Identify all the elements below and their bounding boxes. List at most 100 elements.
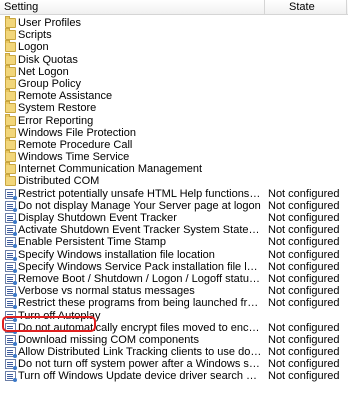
- folder-row[interactable]: Windows File Protection: [0, 125, 348, 139]
- folder-icon: [5, 52, 16, 65]
- policy-setting-icon: [5, 249, 17, 261]
- setting-label: Do not display Manage Your Server page a…: [18, 199, 261, 212]
- setting-state: Not configured: [268, 285, 340, 298]
- setting-state: Not configured: [268, 236, 340, 249]
- setting-label: Do not turn off system power after a Win…: [18, 358, 262, 371]
- folder-label: Windows Time Service: [18, 151, 130, 164]
- setting-state: Not configured: [268, 248, 340, 261]
- list-header: Setting State: [0, 0, 348, 15]
- setting-state: Not configured: [268, 272, 340, 285]
- column-divider[interactable]: [346, 0, 347, 14]
- folder-label: Net Logon: [18, 65, 69, 78]
- folder-icon: [5, 137, 16, 150]
- policy-setting-icon: [5, 298, 17, 310]
- setting-row[interactable]: Do not display Manage Your Server page a…: [0, 200, 348, 212]
- folder-row[interactable]: Net Logon: [0, 64, 348, 78]
- folder-row[interactable]: Logon: [0, 40, 348, 54]
- setting-row[interactable]: Restrict these programs from being launc…: [0, 297, 348, 310]
- policy-setting-icon: [5, 286, 17, 298]
- folder-row[interactable]: Internet Communication Management: [0, 162, 348, 176]
- setting-row[interactable]: Do not turn off system power after a Win…: [0, 358, 348, 371]
- folder-label: Remote Assistance: [18, 90, 113, 103]
- folder-icon: [5, 113, 16, 126]
- setting-state: Not configured: [268, 358, 340, 371]
- folder-label: Logon: [18, 41, 49, 54]
- folder-icon: [5, 162, 16, 175]
- folder-icon: [5, 76, 16, 89]
- folder-label: Remote Procedure Call: [18, 138, 133, 151]
- column-header-setting[interactable]: Setting: [4, 1, 38, 13]
- folder-row[interactable]: Group Policy: [0, 76, 348, 90]
- policy-setting-icon: [5, 225, 17, 237]
- policy-setting-icon: [5, 322, 17, 334]
- setting-row[interactable]: Specify Windows installation file locati…: [0, 249, 348, 261]
- column-divider[interactable]: [264, 0, 265, 14]
- folder-icon: [5, 125, 16, 138]
- folder-icon: [5, 40, 16, 53]
- policy-setting-icon: [5, 359, 17, 371]
- setting-state: Not configured: [268, 370, 340, 383]
- folder-icon: [5, 174, 16, 187]
- setting-label: Verbose vs normal status messages: [18, 285, 195, 298]
- setting-state: Not configured: [268, 224, 340, 237]
- folder-label: System Restore: [18, 102, 97, 115]
- folder-label: User Profiles: [18, 17, 81, 29]
- policy-setting-icon: [5, 273, 17, 285]
- policy-setting-icon: [5, 371, 17, 383]
- setting-state: Not configured: [268, 212, 340, 224]
- setting-row[interactable]: Restrict potentially unsafe HTML Help fu…: [0, 188, 348, 200]
- folder-row[interactable]: Windows Time Service: [0, 150, 348, 164]
- setting-label: Enable Persistent Time Stamp: [18, 236, 166, 249]
- policy-setting-icon: [5, 310, 17, 322]
- column-header-state[interactable]: State: [289, 1, 315, 13]
- setting-row[interactable]: Allow Distributed Link Tracking clients …: [0, 346, 348, 359]
- folder-icon: [5, 89, 16, 102]
- setting-row[interactable]: Display Shutdown Event Tracker Not config…: [0, 212, 348, 224]
- setting-row[interactable]: Verbose vs normal status messages Not con…: [0, 285, 348, 298]
- folder-label: Distributed COM: [18, 175, 100, 188]
- policy-setting-icon: [5, 200, 17, 212]
- policy-setting-icon: [5, 237, 17, 249]
- folder-row[interactable]: Scripts: [0, 28, 348, 42]
- setting-label: Allow Distributed Link Tracking clients …: [18, 346, 262, 359]
- setting-label: Specify Windows Service Pack installatio…: [18, 260, 262, 273]
- setting-row[interactable]: Download missing COM components Not confi…: [0, 334, 348, 346]
- folder-icon: [5, 28, 16, 41]
- setting-label: Display Shutdown Event Tracker: [18, 212, 177, 224]
- setting-label: Restrict potentially unsafe HTML Help fu…: [18, 187, 262, 200]
- folder-label: Internet Communication Management: [18, 163, 203, 176]
- folder-icon: [5, 150, 16, 163]
- setting-label: Restrict these programs from being launc…: [18, 297, 262, 310]
- folder-row[interactable]: Remote Procedure Call: [0, 137, 348, 151]
- setting-row[interactable]: Activate Shutdown Event Tracker System S…: [0, 224, 348, 237]
- policy-setting-icon: [5, 334, 17, 346]
- setting-row[interactable]: Specify Windows Service Pack installatio…: [0, 261, 348, 273]
- setting-row[interactable]: Remove Boot / Shutdown / Logon / Logoff …: [0, 273, 348, 285]
- folder-icon: [5, 64, 16, 77]
- setting-state: Not configured: [268, 199, 340, 212]
- folder-row[interactable]: User Profiles: [0, 16, 348, 29]
- folder-label: Scripts: [18, 29, 52, 42]
- folder-row[interactable]: Remote Assistance: [0, 89, 348, 103]
- folder-icon: [5, 101, 16, 114]
- setting-label: Turn off Windows Update device driver se…: [18, 370, 262, 383]
- folder-label: Windows File Protection: [18, 126, 136, 139]
- setting-label: Specify Windows installation file locati…: [18, 248, 215, 261]
- setting-state: Not configured: [268, 321, 340, 334]
- folder-label: Error Reporting: [18, 114, 94, 127]
- folder-row[interactable]: System Restore: [0, 101, 348, 115]
- setting-label: Remove Boot / Shutdown / Logon / Logoff …: [18, 272, 262, 285]
- setting-label: Do not automatically encrypt files moved…: [18, 321, 262, 334]
- setting-row[interactable]: Do not automatically encrypt files moved…: [0, 322, 348, 334]
- policy-setting-icon: [5, 213, 17, 224]
- folder-row[interactable]: Disk Quotas: [0, 52, 348, 66]
- setting-row[interactable]: Enable Persistent Time Stamp Not configur…: [0, 236, 348, 249]
- policy-setting-icon: [5, 188, 17, 200]
- folder-row[interactable]: Distributed COM: [0, 174, 348, 188]
- setting-row[interactable]: Turn off Windows Update device driver se…: [0, 370, 348, 383]
- folder-row[interactable]: Error Reporting: [0, 113, 348, 127]
- setting-state: Not configured: [268, 187, 340, 200]
- setting-state: Not configured: [268, 346, 340, 359]
- setting-state: Not configured: [268, 333, 340, 346]
- setting-row[interactable]: Turn off Autoplay: [0, 310, 348, 322]
